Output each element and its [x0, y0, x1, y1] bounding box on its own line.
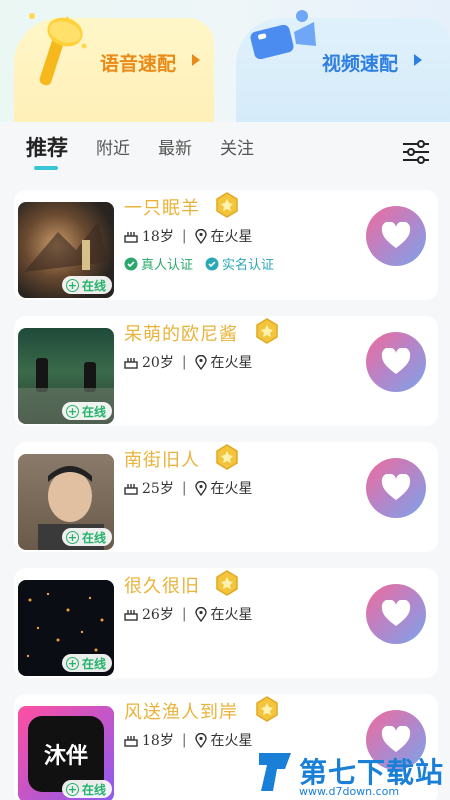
- user-info: 20岁 | 在火星: [124, 352, 253, 372]
- tab-following[interactable]: 关注: [220, 134, 254, 159]
- avatar[interactable]: + 在线: [18, 202, 114, 298]
- location-pin-icon: [194, 606, 207, 622]
- user-name: 风送渔人到岸: [124, 702, 238, 723]
- online-badge: + 在线: [62, 654, 112, 672]
- video-match-label: 视频速配: [322, 53, 399, 75]
- user-age: 18岁: [142, 229, 174, 245]
- medal-icon: [216, 570, 238, 596]
- medal-icon: [216, 444, 238, 470]
- user-card[interactable]: + 在线 很久很旧 26岁 | 在火星: [14, 568, 438, 678]
- location-pin-icon: [194, 480, 207, 496]
- user-info: 18岁 | 在火星: [124, 730, 253, 750]
- voice-arrow-icon: [192, 54, 200, 66]
- divider: |: [181, 354, 187, 370]
- verified-shield-icon: [124, 257, 138, 270]
- heart-icon: [381, 348, 411, 374]
- divider: |: [181, 732, 187, 748]
- user-age: 26岁: [142, 607, 174, 623]
- speed-match-banner: 语音速配 视频速配: [0, 0, 450, 122]
- heart-icon: [381, 222, 411, 248]
- user-card[interactable]: + 在线 南街旧人 25岁 | 在火星: [14, 442, 438, 552]
- user-info: 26岁 | 在火星: [124, 604, 253, 624]
- user-info: 18岁 | 在火星: [124, 226, 253, 246]
- user-name: 很久很旧: [124, 576, 200, 597]
- online-plus-icon: +: [66, 404, 79, 418]
- verified-shield-icon: [205, 257, 219, 270]
- online-badge: + 在线: [62, 528, 112, 546]
- active-tab-indicator: [34, 166, 58, 170]
- medal-icon: [216, 192, 238, 218]
- user-location: 在火星: [210, 355, 253, 371]
- real-person-verified: 真人认证: [124, 254, 193, 273]
- user-location: 在火星: [210, 607, 253, 623]
- user-name: 呆萌的欧尼酱: [124, 324, 238, 345]
- medal-icon: [256, 318, 278, 344]
- tab-recommend[interactable]: 推荐: [26, 132, 68, 162]
- location-pin-icon: [194, 228, 207, 244]
- online-badge: + 在线: [62, 276, 112, 294]
- like-button[interactable]: [366, 332, 426, 392]
- online-badge: + 在线: [62, 780, 112, 798]
- filter-icon[interactable]: [402, 140, 430, 164]
- site-watermark: 第七下载站 www.d7down.com: [255, 745, 450, 800]
- like-button[interactable]: [366, 206, 426, 266]
- online-plus-icon: +: [66, 656, 79, 670]
- tab-bar: 推荐 附近 最新 关注: [0, 122, 450, 178]
- user-age: 20岁: [142, 355, 174, 371]
- online-plus-icon: +: [66, 782, 79, 796]
- user-location: 在火星: [210, 229, 253, 245]
- online-badge: + 在线: [62, 402, 112, 420]
- like-button[interactable]: [366, 584, 426, 644]
- watermark-logo-icon: [259, 753, 291, 791]
- video-camera-icon: [250, 10, 316, 60]
- video-match-card[interactable]: 视频速配: [236, 10, 450, 122]
- watermark-url: www.d7down.com: [299, 785, 400, 798]
- user-info: 25岁 | 在火星: [124, 478, 253, 498]
- user-location: 在火星: [210, 481, 253, 497]
- voice-match-card[interactable]: 语音速配: [14, 13, 214, 122]
- microphone-icon: [29, 13, 87, 86]
- avatar[interactable]: + 在线: [18, 454, 114, 550]
- cake-icon: [124, 610, 138, 621]
- user-card[interactable]: + 在线 呆萌的欧尼酱 20岁 | 在火星: [14, 316, 438, 426]
- like-button[interactable]: [366, 458, 426, 518]
- avatar[interactable]: + 在线: [18, 328, 114, 424]
- cake-icon: [124, 484, 138, 495]
- online-plus-icon: +: [66, 278, 79, 292]
- user-name: 南街旧人: [124, 450, 200, 471]
- real-name-verified: 实名认证: [205, 254, 274, 273]
- tab-nearby[interactable]: 附近: [96, 134, 130, 159]
- location-pin-icon: [194, 732, 207, 748]
- heart-icon: [381, 600, 411, 626]
- divider: |: [181, 228, 187, 244]
- cake-icon: [124, 232, 138, 243]
- location-pin-icon: [194, 354, 207, 370]
- divider: |: [181, 606, 187, 622]
- voice-match-label: 语音速配: [100, 53, 177, 75]
- avatar[interactable]: + 在线: [18, 580, 114, 676]
- video-arrow-icon: [414, 54, 422, 66]
- divider: |: [181, 480, 187, 496]
- verification-row: 真人认证 实名认证: [124, 254, 274, 273]
- user-location: 在火星: [210, 733, 253, 749]
- tab-latest[interactable]: 最新: [158, 134, 192, 159]
- user-age: 25岁: [142, 481, 174, 497]
- user-name: 一只眠羊: [124, 198, 200, 219]
- user-age: 18岁: [142, 733, 174, 749]
- user-card[interactable]: + 在线 一只眠羊 18岁 | 在火星 真人认证 实名认证: [14, 190, 438, 300]
- medal-icon: [256, 696, 278, 722]
- cake-icon: [124, 736, 138, 747]
- heart-icon: [381, 474, 411, 500]
- online-plus-icon: +: [66, 530, 79, 544]
- cake-icon: [124, 358, 138, 369]
- avatar[interactable]: 沐伴 + 在线: [18, 706, 114, 800]
